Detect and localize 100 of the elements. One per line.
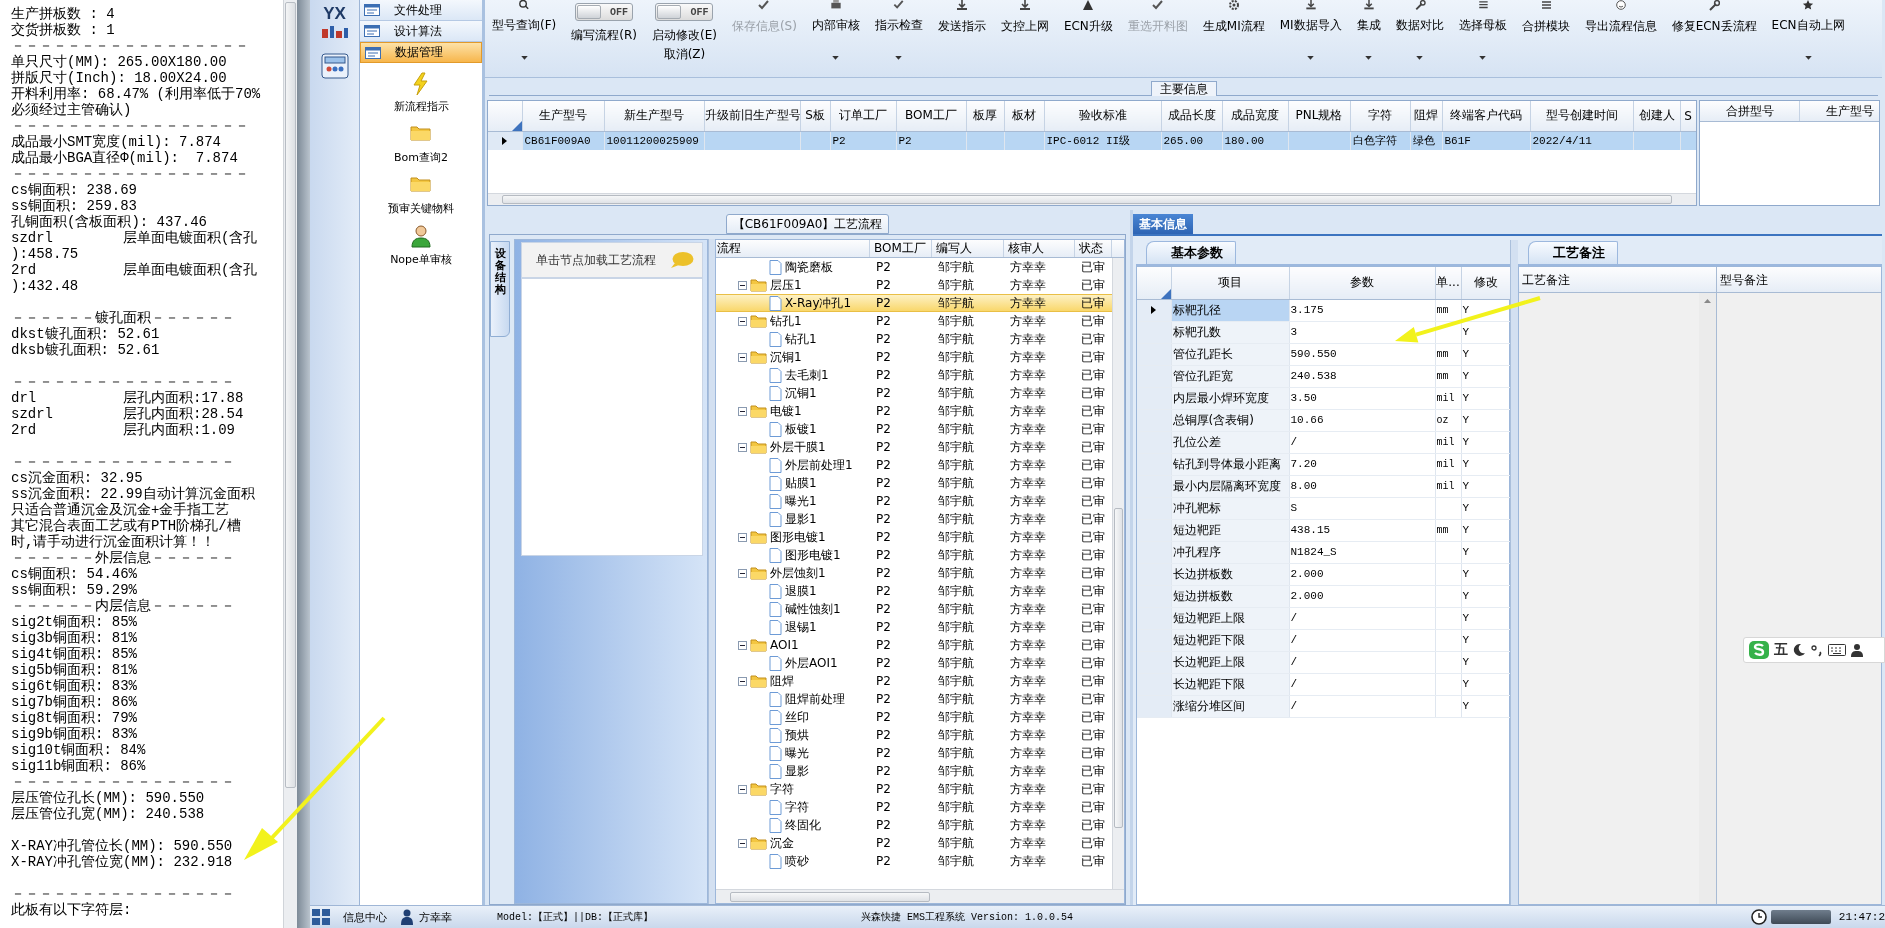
toolbar-button[interactable]: 合拼模块 xyxy=(1518,0,1573,60)
tree-row[interactable]: 图形电镀1 P2 邹宇航 方幸幸 已审 xyxy=(716,546,1112,564)
column-header[interactable]: 生产型号 xyxy=(522,101,604,131)
collapse-icon[interactable] xyxy=(738,316,747,326)
table-row[interactable]: 管位孔距长 590.550 mm Y xyxy=(1137,343,1511,365)
tree-row[interactable]: 外层前处理1 P2 邹宇航 方幸幸 已审 xyxy=(716,456,1112,474)
table-row[interactable]: 冲孔程序 N1824_S Y xyxy=(1137,541,1511,563)
table-row[interactable]: 标靶孔数 3 Y xyxy=(1137,321,1511,343)
nav-link[interactable]: Bom查询2 xyxy=(394,150,448,165)
ime-mode[interactable]: 五 xyxy=(1774,641,1788,659)
table-row[interactable]: 标靶孔径 3.175 mm Y xyxy=(1137,299,1511,321)
collapse-icon[interactable] xyxy=(738,640,747,650)
menu-item[interactable]: 文件处理 xyxy=(360,0,482,21)
tree-row[interactable]: 沉铜1 P2 邹宇航 方幸幸 已审 xyxy=(716,384,1112,402)
tree-row[interactable]: 显影1 P2 邹宇航 方幸幸 已审 xyxy=(716,510,1112,528)
grid-icon[interactable] xyxy=(312,909,330,925)
tree-row[interactable]: 喷砂 P2 邹宇航 方幸幸 已审 xyxy=(716,852,1112,870)
scrollbar[interactable] xyxy=(716,889,1124,903)
column-header[interactable]: 板材 xyxy=(1004,101,1044,131)
table-row[interactable]: 总铜厚(含表铜) 10.66 oz Y xyxy=(1137,409,1511,431)
table-row[interactable]: 冲孔靶标 S Y xyxy=(1137,497,1511,519)
tree-row[interactable]: 图形电镀1 P2 邹宇航 方幸幸 已审 xyxy=(716,528,1112,546)
keyboard-icon[interactable] xyxy=(1828,644,1846,656)
tree-row[interactable]: 外层蚀刻1 P2 邹宇航 方幸幸 已审 xyxy=(716,564,1112,582)
table-row[interactable]: 长边拼板数 2.000 Y xyxy=(1137,563,1511,585)
collapse-icon[interactable] xyxy=(738,406,747,416)
tree-row[interactable]: 层压1 P2 邹宇航 方幸幸 已审 xyxy=(716,276,1112,294)
column-header[interactable]: 流程 xyxy=(716,240,870,257)
punctuation-icon[interactable] xyxy=(1810,643,1824,657)
scrollbar[interactable] xyxy=(1112,258,1124,889)
collapse-icon[interactable] xyxy=(738,280,747,290)
tree-row[interactable]: 阻焊前处理 P2 邹宇航 方幸幸 已审 xyxy=(716,690,1112,708)
tree-row[interactable]: 字符 P2 邹宇航 方幸幸 已审 xyxy=(716,798,1112,816)
tree-row[interactable]: 终固化 P2 邹宇航 方幸幸 已审 xyxy=(716,816,1112,834)
tree-row[interactable]: 退膜1 P2 邹宇航 方幸幸 已审 xyxy=(716,582,1112,600)
toolbar-button[interactable]: MI数据导入 xyxy=(1276,0,1345,60)
tree-row[interactable]: 贴膜1 P2 邹宇航 方幸幸 已审 xyxy=(716,474,1112,492)
column-header[interactable]: 终端客户代码 xyxy=(1442,101,1530,131)
tree-row[interactable]: 碱性蚀刻1 P2 邹宇航 方幸幸 已审 xyxy=(716,600,1112,618)
tree-row[interactable]: 丝印 P2 邹宇航 方幸幸 已审 xyxy=(716,708,1112,726)
column-header[interactable]: 修改 xyxy=(1461,267,1511,299)
tree-row[interactable]: 预烘 P2 邹宇航 方幸幸 已审 xyxy=(716,726,1112,744)
app-logo[interactable]: YX xyxy=(315,4,354,44)
panel-tab[interactable]: 工艺备注 xyxy=(1528,241,1618,264)
tree-row[interactable]: 钻孔1 P2 邹宇航 方幸幸 已审 xyxy=(716,312,1112,330)
column-header[interactable]: 成品宽度 xyxy=(1222,101,1288,131)
tree-row[interactable]: 电镀1 P2 邹宇航 方幸幸 已审 xyxy=(716,402,1112,420)
column-header[interactable]: 单... xyxy=(1435,267,1461,299)
toolbar-button[interactable]: 型号查询(F) xyxy=(489,0,560,60)
toolbar-button[interactable]: 选择母板 xyxy=(1455,0,1510,60)
column-header[interactable]: S板 xyxy=(800,101,830,131)
s-logo-icon[interactable] xyxy=(1748,640,1770,660)
collapse-icon[interactable] xyxy=(738,352,747,362)
column-header[interactable]: 编写人 xyxy=(932,240,1004,257)
column-header[interactable]: 订单工厂 xyxy=(830,101,896,131)
nav-link[interactable]: Nope单审核 xyxy=(390,252,452,267)
collapse-icon[interactable] xyxy=(738,676,747,686)
moon-icon[interactable] xyxy=(1792,643,1806,657)
column-header[interactable]: 状态 xyxy=(1075,240,1112,257)
column-header[interactable]: 阻焊 xyxy=(1410,101,1442,131)
cancel-link[interactable]: 取消(Z) xyxy=(663,46,706,63)
menu-item[interactable]: 设计算法 xyxy=(360,21,482,42)
column-header[interactable]: 参数 xyxy=(1289,267,1435,299)
nav-link[interactable]: 预审关键物料 xyxy=(388,201,454,216)
tree-row[interactable]: 沉金 P2 邹宇航 方幸幸 已审 xyxy=(716,834,1112,852)
column-header[interactable]: 型号备注 xyxy=(1717,267,1881,292)
tree-row[interactable]: AOI1 P2 邹宇航 方幸幸 已审 xyxy=(716,636,1112,654)
tree-row[interactable]: 钻孔1 P2 邹宇航 方幸幸 已审 xyxy=(716,330,1112,348)
column-header[interactable]: 核审人 xyxy=(1004,240,1075,257)
column-header[interactable]: BOM工厂 xyxy=(896,101,966,131)
scrollbar[interactable] xyxy=(1699,293,1716,904)
calculator-icon[interactable] xyxy=(319,52,350,80)
table-row[interactable]: 最小内层隔离环宽度 8.00 mil Y xyxy=(1137,475,1511,497)
column-header[interactable]: 创建人 xyxy=(1633,101,1680,131)
toolbar-button[interactable]: 数据对比 xyxy=(1392,0,1447,60)
nav-link[interactable]: 新流程指示 xyxy=(393,99,449,114)
toolbar-button[interactable]: 指示检查 xyxy=(871,0,926,60)
tree-row[interactable]: 外层AOI1 P2 邹宇航 方幸幸 已审 xyxy=(716,654,1112,672)
table-row[interactable]: 短边靶距上限 / Y xyxy=(1137,607,1511,629)
scrollbar[interactable] xyxy=(283,0,297,928)
table-row[interactable]: 管位孔距宽 240.538 mm Y xyxy=(1137,365,1511,387)
table-row[interactable]: 涨缩分堆区间 / Y xyxy=(1137,695,1511,717)
column-header[interactable]: 成品长度 xyxy=(1161,101,1222,131)
tree-row[interactable]: 退锡1 P2 邹宇航 方幸幸 已审 xyxy=(716,618,1112,636)
tree-row[interactable]: 曝光 P2 邹宇航 方幸幸 已审 xyxy=(716,744,1112,762)
tree-row[interactable]: 曝光1 P2 邹宇航 方幸幸 已审 xyxy=(716,492,1112,510)
toolbar-button[interactable]: 发送指示 xyxy=(934,0,989,60)
column-header[interactable]: 型号创建时间 xyxy=(1530,101,1633,131)
column-header[interactable]: PNL规格 xyxy=(1288,101,1350,131)
toolbar-button[interactable]: ECN升级 xyxy=(1060,0,1116,60)
collapse-icon[interactable] xyxy=(738,442,747,452)
toggle-switch[interactable]: OFF xyxy=(655,3,714,21)
panel-tab[interactable]: 基本信息 xyxy=(1133,214,1193,234)
toolbar-button[interactable]: 内部审核 xyxy=(808,0,863,60)
person-icon[interactable] xyxy=(1850,643,1864,657)
tree-row[interactable]: 陶瓷磨板 P2 邹宇航 方幸幸 已审 xyxy=(716,258,1112,276)
table-row[interactable]: CB61F009A0 10011200025909 P2 P2 IPC-6012 II级 265.00 180.00 白色字符 绿色 B61F 2022/4/11 xyxy=(488,131,1696,150)
toolbar-button[interactable]: 修复ECN丢流程 xyxy=(1668,0,1760,60)
toolbar-button[interactable]: 文控上网 xyxy=(997,0,1052,60)
column-header[interactable]: BOM工厂 xyxy=(870,240,932,257)
